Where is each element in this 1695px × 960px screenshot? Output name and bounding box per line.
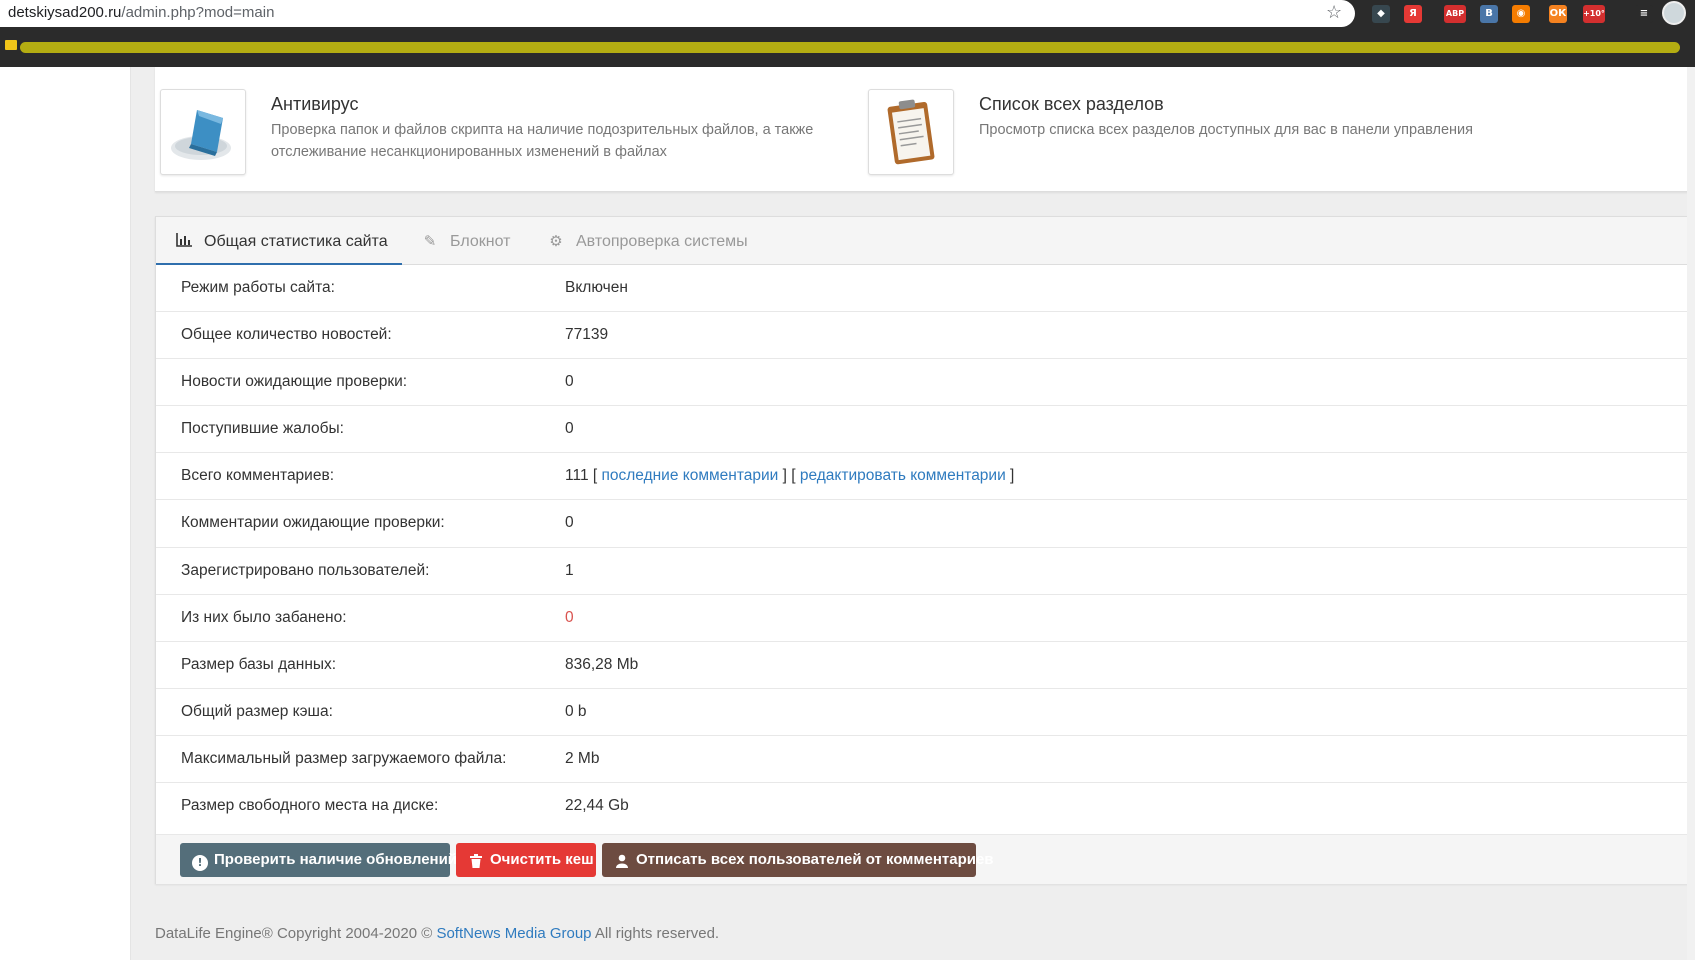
stat-value-banned: 0 — [565, 608, 574, 626]
antivirus-title[interactable]: Антивирус — [271, 94, 358, 115]
stat-label: Из них было забанено: — [181, 608, 347, 626]
bookmarks-bar — [0, 27, 1695, 67]
yandex-icon[interactable]: Я — [1404, 5, 1422, 23]
stat-value: 22,44 Gb — [565, 797, 629, 815]
table-row: Зарегистрировано пользователей: 1 — [156, 548, 1688, 595]
adblock-icon[interactable]: ABP — [1444, 5, 1466, 23]
stat-label: Размер свободного места на диске: — [181, 797, 439, 815]
tab-site-stats-label: Общая статистика сайта — [204, 233, 388, 250]
exclamation-circle-icon: ! — [192, 855, 208, 871]
stat-value: 77139 — [565, 326, 609, 344]
stat-value: 0 b — [565, 702, 587, 720]
stats-panel: Общая статистика сайта ✎ Блокнот ⚙ Автопро… — [155, 216, 1689, 884]
rss-icon[interactable]: ◉ — [1512, 5, 1530, 23]
softnews-link[interactable]: SoftNews Media Group — [436, 925, 591, 942]
odnoklassniki-icon[interactable]: ОК — [1549, 5, 1567, 23]
table-row: Новости ожидающие проверки: 0 — [156, 359, 1688, 407]
tab-autocheck[interactable]: ⚙ Автопроверка системы — [546, 217, 748, 265]
stat-label: Зарегистрировано пользователей: — [181, 561, 430, 579]
stat-label: Общий размер кэша: — [181, 702, 333, 720]
all-sections-title[interactable]: Список всех разделов — [979, 94, 1164, 115]
last-comments-link[interactable]: последние комментарии — [601, 467, 778, 484]
clear-cache-button[interactable]: Очистить кеш — [456, 843, 596, 877]
tab-autocheck-label: Автопроверка системы — [576, 233, 748, 250]
trash-icon — [468, 854, 484, 870]
stats-tabs: Общая статистика сайта ✎ Блокнот ⚙ Автопро… — [156, 217, 1688, 265]
antivirus-description: Проверка папок и файлов скрипта на налич… — [271, 122, 814, 160]
clipboard-icon[interactable] — [868, 89, 954, 175]
tab-site-stats[interactable]: Общая статистика сайта — [156, 217, 402, 265]
table-row: Общее количество новостей: 77139 — [156, 312, 1688, 360]
tab-notepad[interactable]: ✎ Блокнот — [420, 217, 511, 265]
table-row: Размер базы данных: 836,28 Mb — [156, 642, 1688, 689]
table-row: Поступившие жалобы: 0 — [156, 406, 1688, 454]
stat-value: 0 — [565, 420, 574, 438]
stat-label: Режим работы сайта: — [181, 279, 335, 296]
table-row: Общий размер кэша: 0 b — [156, 689, 1688, 736]
playlist-icon[interactable]: ≡ — [1635, 5, 1653, 23]
table-row: Всего комментариев: 111 [ последние комм… — [156, 453, 1688, 501]
shortcuts-card: Антивирус Проверка папок и файлов скрипт… — [155, 67, 1689, 192]
stat-value: 2 Mb — [565, 749, 600, 767]
stat-label: Новости ожидающие проверки: — [181, 373, 408, 391]
table-row: Комментарии ожидающие проверки: 0 — [156, 500, 1688, 548]
stat-label: Поступившие жалобы: — [181, 420, 344, 438]
stats-table: Режим работы сайта: Включен Общее количе… — [156, 265, 1688, 830]
weather-icon[interactable]: +10° — [1583, 5, 1605, 23]
stat-label: Общее количество новостей: — [181, 326, 392, 344]
browser-toolbar: detskiysad200.ru/admin.php?mod=main ☆ ◆ Я… — [0, 0, 1695, 27]
stat-label: Комментарии ожидающие проверки: — [181, 514, 445, 532]
stat-label: Размер базы данных: — [181, 655, 337, 673]
action-buttons-bar: ! Проверить наличие обновлений Очистить к… — [156, 834, 1688, 884]
stat-value-comments: 111 [ последние комментарии ] [ редактир… — [565, 467, 1015, 485]
stat-value: 0 — [565, 514, 574, 532]
gear-icon: ⚙ — [549, 232, 563, 250]
user-icon — [614, 854, 630, 870]
table-row: Из них было забанено: 0 — [156, 595, 1688, 642]
all-sections-description: Просмотр списка всех разделов доступных … — [979, 122, 1474, 138]
admin-sidebar — [0, 67, 131, 960]
bookmark-folder-icon[interactable] — [5, 40, 17, 50]
bookmark-star-icon[interactable]: ☆ — [1326, 2, 1342, 23]
profile-avatar-icon[interactable] — [1662, 1, 1686, 25]
ext-1-icon[interactable]: ◆ — [1372, 5, 1390, 23]
antivirus-icon[interactable] — [160, 89, 246, 175]
table-row: Режим работы сайта: Включен — [156, 265, 1688, 313]
page-scrollbar[interactable] — [1687, 67, 1695, 960]
stat-value: 0 — [565, 373, 574, 391]
check-updates-button[interactable]: ! Проверить наличие обновлений — [180, 843, 457, 877]
stat-label: Всего комментариев: — [181, 467, 335, 485]
bookmarks-strip — [20, 42, 1680, 53]
address-bar[interactable]: detskiysad200.ru/admin.php?mod=main ☆ — [0, 0, 1355, 27]
stat-value: 836,28 Mb — [565, 655, 639, 673]
stat-label: Максимальный размер загружаемого файла: — [181, 749, 507, 767]
edit-icon: ✎ — [423, 232, 437, 250]
stat-value: Включен — [565, 279, 628, 296]
edit-comments-link[interactable]: редактировать комментарии — [800, 467, 1006, 484]
vk-icon[interactable]: В — [1480, 5, 1498, 23]
copyright-footer: DataLife Engine® Copyright 2004-2020 © S… — [155, 925, 720, 942]
unsubscribe-all-button[interactable]: Отписать всех пользователей от комментар… — [602, 843, 994, 877]
table-row: Максимальный размер загружаемого файла: … — [156, 736, 1688, 784]
tab-notepad-label: Блокнот — [450, 233, 511, 250]
stat-value: 1 — [565, 561, 574, 579]
bar-chart-icon — [174, 217, 194, 265]
table-row: Размер свободного места на диске: 22,44 … — [156, 783, 1688, 830]
url-text[interactable]: detskiysad200.ru/admin.php?mod=main — [8, 4, 274, 21]
